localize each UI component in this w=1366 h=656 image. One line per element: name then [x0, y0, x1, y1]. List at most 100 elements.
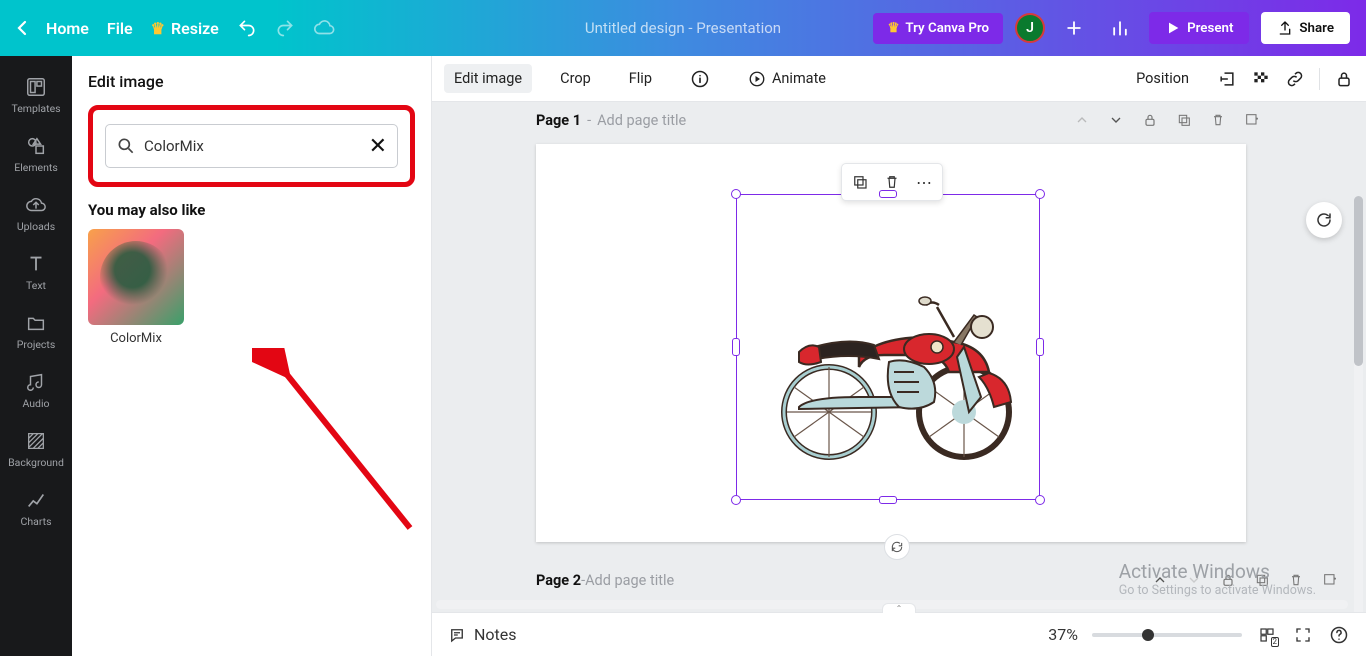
share-icon: [1277, 20, 1293, 36]
resize-handle[interactable]: [731, 189, 741, 199]
add-page-icon[interactable]: [1242, 110, 1262, 130]
resize-handle[interactable]: [1035, 189, 1045, 199]
zoom-knob[interactable]: [1142, 629, 1154, 641]
edit-image-button[interactable]: Edit image: [444, 64, 532, 93]
resize-label: Resize: [171, 19, 219, 38]
rail-label: Text: [26, 279, 46, 292]
annotation-arrow: [252, 348, 422, 538]
resize-button[interactable]: ♛Resize: [151, 19, 219, 38]
rail-templates[interactable]: Templates: [0, 66, 72, 125]
resize-handle[interactable]: [732, 338, 740, 356]
vertical-scrollbar[interactable]: [1354, 196, 1363, 612]
selection-box[interactable]: ⋯: [736, 194, 1040, 500]
rail-label: Audio: [22, 397, 49, 410]
duplicate-page-icon[interactable]: [1174, 110, 1194, 130]
present-button[interactable]: Present: [1149, 12, 1249, 44]
left-rail: Templates Elements Uploads Text Projects…: [0, 56, 72, 656]
grid-view-icon[interactable]: 2: [1256, 624, 1278, 646]
back-chevron-icon[interactable]: [16, 20, 28, 36]
regenerate-button[interactable]: [1306, 202, 1342, 238]
resize-handle[interactable]: [1035, 495, 1045, 505]
cloud-sync-icon[interactable]: [313, 17, 335, 39]
page-title-placeholder[interactable]: Add page title: [597, 112, 686, 129]
clear-search-icon[interactable]: ✕: [369, 134, 387, 159]
page-number: Page 1: [536, 112, 581, 129]
page-1-header: Page 1 - Add page title: [432, 102, 1366, 138]
sep: -: [587, 112, 591, 129]
canvas-area: Edit image Crop Flip Animate Position Pa…: [432, 56, 1366, 612]
rail-uploads[interactable]: Uploads: [0, 184, 72, 243]
crop-button[interactable]: Crop: [550, 64, 601, 93]
undo-button[interactable]: [237, 18, 257, 38]
edit-image-panel: Edit image ✕ You may also like ColorMix: [72, 56, 432, 656]
document-title[interactable]: Untitled design - Presentation: [585, 19, 781, 37]
divider: [1319, 68, 1320, 90]
chevron-down-icon[interactable]: [1106, 110, 1126, 130]
add-user-icon[interactable]: [1057, 11, 1091, 45]
rail-elements[interactable]: Elements: [0, 125, 72, 184]
file-button[interactable]: File: [107, 19, 133, 38]
chevron-down-icon[interactable]: [1184, 570, 1204, 590]
play-icon: [1165, 20, 1181, 36]
notes-button[interactable]: Notes: [448, 625, 517, 644]
chevron-up-icon[interactable]: [1150, 570, 1170, 590]
search-icon: [116, 136, 136, 156]
nudge-icon[interactable]: [1217, 69, 1237, 89]
duplicate-page-icon[interactable]: [1252, 570, 1272, 590]
redo-button[interactable]: [275, 18, 295, 38]
notes-label: Notes: [474, 625, 517, 644]
add-page-icon[interactable]: [1320, 570, 1340, 590]
avatar[interactable]: J: [1015, 13, 1045, 43]
info-icon[interactable]: [680, 63, 720, 95]
zoom-slider[interactable]: [1092, 633, 1242, 637]
lock-page-icon[interactable]: [1218, 570, 1238, 590]
rail-projects[interactable]: Projects: [0, 302, 72, 361]
rail-audio[interactable]: Audio: [0, 361, 72, 420]
sync-icon[interactable]: [884, 534, 910, 560]
delete-page-icon[interactable]: [1286, 570, 1306, 590]
help-icon[interactable]: [1328, 624, 1350, 646]
rail-background[interactable]: Background: [0, 420, 72, 479]
page-count-badge: 2: [1271, 637, 1280, 647]
expand-pages-tab[interactable]: ⌃: [882, 603, 916, 613]
lock-page-icon[interactable]: [1140, 110, 1160, 130]
home-button[interactable]: Home: [46, 19, 89, 38]
resize-handle[interactable]: [1036, 338, 1044, 356]
lock-icon[interactable]: [1334, 69, 1354, 89]
colormix-thumbnail[interactable]: [88, 229, 184, 325]
page-number: Page 2: [536, 572, 581, 589]
animate-button[interactable]: Animate: [738, 64, 836, 94]
resize-handle[interactable]: [879, 190, 897, 198]
top-bar: Home File ♛Resize Untitled design - Pres…: [0, 0, 1366, 56]
page-title-placeholder[interactable]: Add page title: [585, 572, 674, 589]
rail-label: Projects: [17, 338, 56, 351]
flip-button[interactable]: Flip: [619, 64, 662, 93]
duplicate-icon[interactable]: [846, 168, 874, 196]
search-box[interactable]: ✕: [105, 124, 398, 168]
rail-text[interactable]: Text: [0, 243, 72, 302]
insights-icon[interactable]: [1103, 11, 1137, 45]
page-tools: [1150, 570, 1340, 590]
share-button[interactable]: Share: [1261, 12, 1350, 44]
rail-charts[interactable]: Charts: [0, 479, 72, 538]
top-left-group: Home File ♛Resize: [16, 17, 335, 39]
scrollbar-thumb[interactable]: [1354, 196, 1363, 366]
context-toolbar: Edit image Crop Flip Animate Position: [432, 56, 1366, 102]
chevron-up-icon[interactable]: [1072, 110, 1092, 130]
more-icon[interactable]: ⋯: [910, 168, 938, 196]
motorcycle-image[interactable]: [739, 197, 1039, 497]
transparency-icon[interactable]: [1251, 69, 1271, 89]
fullscreen-icon[interactable]: [1292, 624, 1314, 646]
delete-page-icon[interactable]: [1208, 110, 1228, 130]
panel-title: Edit image: [88, 72, 415, 91]
search-input[interactable]: [144, 137, 361, 155]
notes-icon: [448, 626, 466, 644]
rail-label: Templates: [11, 102, 60, 115]
canvas-viewport[interactable]: ⋯ Page 2 - Add page title: [432, 138, 1366, 612]
resize-handle[interactable]: [879, 496, 897, 504]
link-icon[interactable]: [1285, 69, 1305, 89]
resize-handle[interactable]: [731, 495, 741, 505]
try-pro-button[interactable]: ♛Try Canva Pro: [873, 13, 1003, 44]
position-button[interactable]: Position: [1126, 64, 1199, 93]
slide-page-1[interactable]: ⋯: [536, 144, 1246, 542]
